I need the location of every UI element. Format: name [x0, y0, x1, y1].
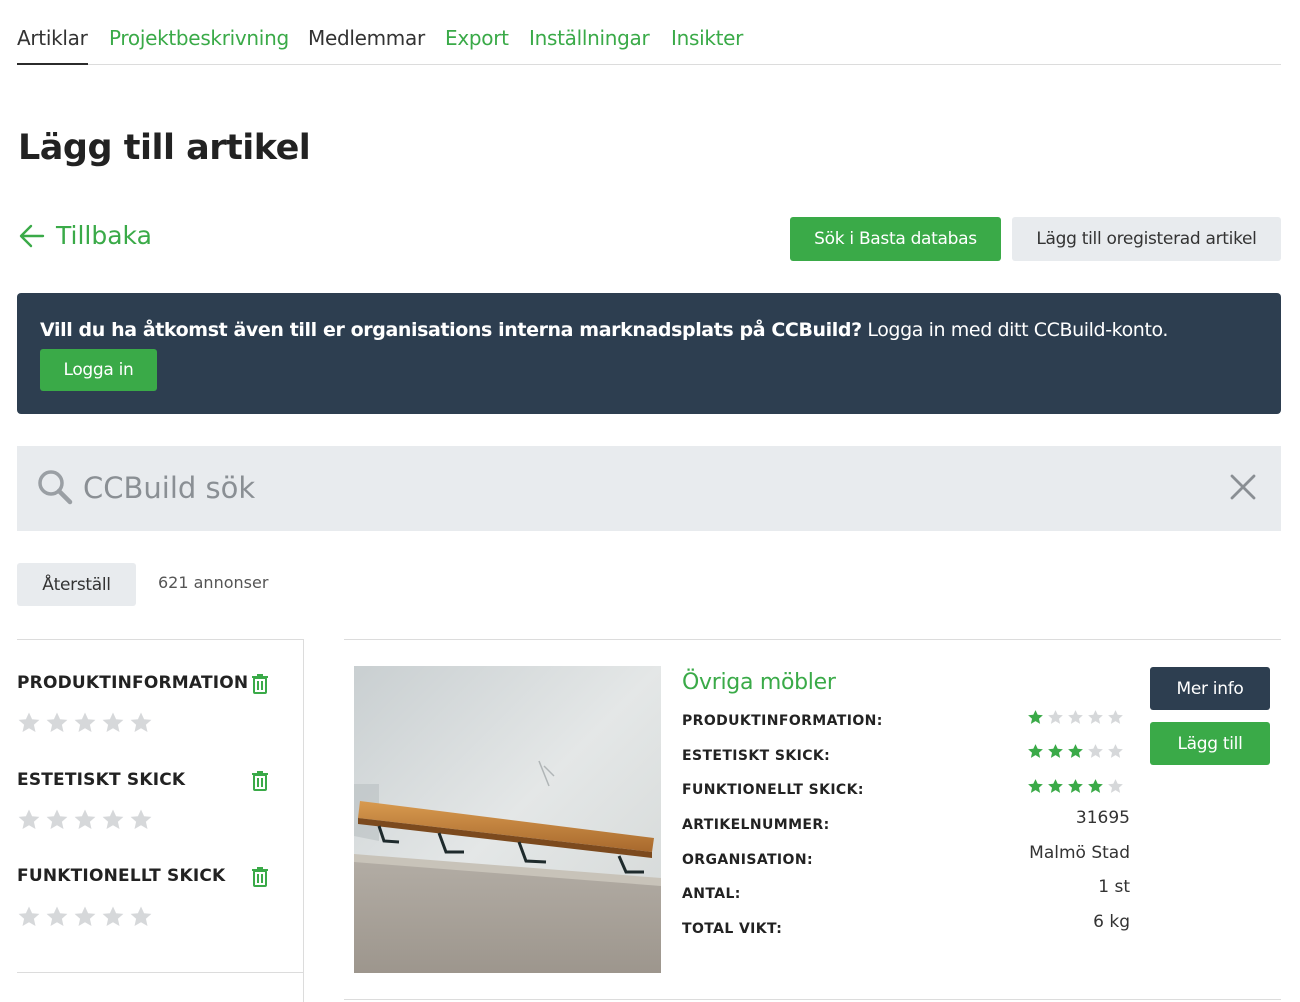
filter-stars-estetiskt-skick[interactable] [17, 808, 153, 832]
star-icon[interactable] [129, 808, 153, 832]
star-icon[interactable] [73, 711, 97, 735]
add-unregistered-button[interactable]: Lägg till oregisterad artikel [1012, 217, 1281, 261]
star-icon[interactable] [101, 905, 125, 929]
star-icon [1088, 710, 1103, 724]
star-icon[interactable] [17, 808, 41, 832]
divider [344, 639, 1281, 640]
star-icon[interactable] [45, 808, 69, 832]
login-button[interactable]: Logga in [40, 349, 157, 391]
star-icon [1048, 779, 1063, 793]
tab-bar: Artiklar Projektbeskrivning Medlemmar Ex… [17, 0, 1281, 65]
divider [303, 639, 304, 1002]
login-banner: Vill du ha åtkomst även till er organisa… [17, 293, 1281, 414]
tab-artiklar[interactable]: Artiklar [17, 24, 88, 65]
star-icon[interactable] [101, 808, 125, 832]
star-icon [1068, 710, 1083, 724]
rating-label-estetiskt-skick: ESTETISKT SKICK: [682, 748, 831, 764]
reset-button[interactable]: Återställ [17, 563, 136, 606]
star-icon [1088, 744, 1103, 758]
trash-icon[interactable] [251, 866, 269, 888]
star-icon [1028, 710, 1043, 724]
star-icon[interactable] [17, 711, 41, 735]
prop-label-antal: ANTAL: [682, 886, 741, 902]
back-link[interactable]: Tillbaka [18, 221, 152, 250]
filter-panel: PRODUKTINFORMATION ESTETISKT SKICK FUNKT… [17, 639, 304, 973]
more-info-button[interactable]: Mer info [1150, 667, 1270, 710]
star-icon [1068, 744, 1083, 758]
star-icon[interactable] [45, 711, 69, 735]
trash-icon[interactable] [251, 673, 269, 695]
star-icon[interactable] [129, 905, 153, 929]
prop-label-total-vikt: TOTAL VIKT: [682, 921, 783, 937]
trash-icon[interactable] [251, 770, 269, 792]
prop-value-artikelnummer: 31695 [1075, 808, 1130, 828]
divider [344, 999, 1281, 1000]
tab-export[interactable]: Export [445, 24, 509, 52]
search-icon [38, 470, 73, 505]
arrow-left-icon [19, 224, 45, 247]
filter-stars-produktinformation[interactable] [17, 711, 153, 735]
star-icon[interactable] [17, 905, 41, 929]
tab-installningar[interactable]: Inställningar [529, 24, 650, 52]
banner-text: Vill du ha åtkomst även till er organisa… [40, 319, 1168, 341]
result-count: 621 annonser [158, 573, 269, 592]
tab-medlemmar[interactable]: Medlemmar [308, 24, 425, 52]
back-label: Tillbaka [56, 221, 152, 250]
prop-label-organisation: ORGANISATION: [682, 852, 813, 868]
star-icon[interactable] [129, 711, 153, 735]
filter-stars-funktionellt-skick[interactable] [17, 905, 153, 929]
filter-label-produktinformation: PRODUKTINFORMATION [17, 673, 249, 693]
rating-stars-funktionellt-skick [1027, 778, 1124, 795]
star-icon [1048, 744, 1063, 758]
star-icon[interactable] [73, 905, 97, 929]
tab-insikter[interactable]: Insikter [671, 24, 743, 52]
star-icon [1048, 710, 1063, 724]
close-icon[interactable] [1229, 473, 1257, 501]
page-title: Lägg till artikel [18, 128, 311, 168]
prop-label-artikelnummer: ARTIKELNUMMER: [682, 817, 830, 833]
rating-label-funktionellt-skick: FUNKTIONELLT SKICK: [682, 782, 864, 798]
star-icon [1108, 710, 1123, 724]
filter-label-funktionellt-skick: FUNKTIONELLT SKICK [17, 866, 226, 886]
search-input[interactable] [83, 466, 1203, 510]
star-icon [1028, 779, 1043, 793]
star-icon [1028, 744, 1043, 758]
rating-stars-produktinformation [1027, 709, 1124, 726]
star-icon [1108, 779, 1123, 793]
search-bar [17, 446, 1281, 531]
star-icon[interactable] [45, 905, 69, 929]
banner-bold-text: Vill du ha åtkomst även till er organisa… [40, 319, 862, 341]
star-icon[interactable] [73, 808, 97, 832]
rating-stars-estetiskt-skick [1027, 743, 1124, 760]
rating-label-produktinformation: PRODUKTINFORMATION: [682, 713, 883, 729]
star-icon [1088, 779, 1103, 793]
product-image[interactable] [354, 666, 661, 973]
star-icon [1108, 744, 1123, 758]
star-icon[interactable] [101, 711, 125, 735]
search-basta-button[interactable]: Sök i Basta databas [790, 217, 1001, 261]
prop-value-antal: 1 st [1098, 877, 1130, 897]
filter-label-estetiskt-skick: ESTETISKT SKICK [17, 770, 186, 790]
add-article-button[interactable]: Lägg till [1150, 722, 1270, 765]
tab-projektbeskrivning[interactable]: Projektbeskrivning [109, 24, 289, 52]
prop-value-total-vikt: 6 kg [1093, 912, 1130, 932]
prop-value-organisation: Malmö Stad [1029, 843, 1130, 863]
card-title[interactable]: Övriga möbler [682, 670, 836, 695]
star-icon [1068, 779, 1083, 793]
banner-plain-text: Logga in med ditt CCBuild-konto. [861, 319, 1169, 341]
